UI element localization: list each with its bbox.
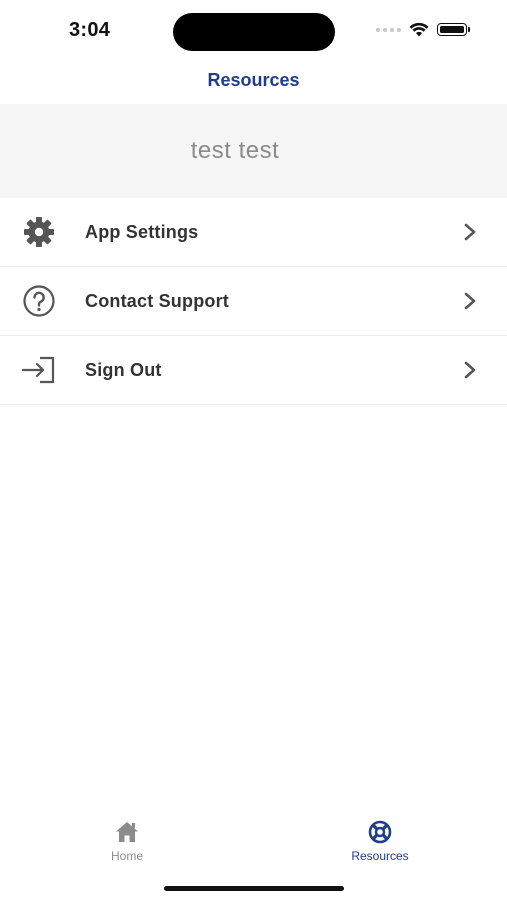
lifebuoy-icon	[368, 820, 392, 844]
gear-icon	[21, 214, 57, 250]
menu-item-label: Sign Out	[85, 359, 162, 380]
tab-bar: Home Resources	[0, 808, 507, 878]
tab-label: Home	[110, 849, 143, 863]
sign-out-icon	[21, 352, 57, 388]
home-indicator[interactable]	[164, 886, 344, 891]
menu-item-app-settings[interactable]: App Settings	[0, 198, 507, 267]
menu-item-label: Contact Support	[85, 290, 229, 311]
chevron-right-icon	[464, 223, 476, 241]
menu-item-contact-support[interactable]: Contact Support	[0, 267, 507, 336]
profile-name: test test	[190, 137, 280, 164]
status-time: 3:04	[69, 19, 111, 41]
dynamic-island	[173, 13, 335, 51]
menu-item-sign-out[interactable]: Sign Out	[0, 336, 507, 405]
chevron-right-icon	[464, 361, 476, 379]
wifi-icon	[409, 22, 429, 37]
battery-icon	[437, 23, 470, 36]
question-circle-icon	[21, 283, 57, 319]
resources-menu: App Settings Contact Support Sign Out	[0, 198, 507, 405]
status-icons	[376, 22, 470, 37]
cellular-signal-icon	[376, 27, 401, 32]
home-icon	[116, 822, 138, 842]
status-bar: 3:04	[0, 0, 507, 62]
tab-resources[interactable]: Resources	[320, 820, 440, 863]
tab-home[interactable]: Home	[67, 820, 187, 863]
tab-label: Resources	[351, 849, 409, 863]
menu-item-label: App Settings	[85, 221, 199, 242]
chevron-right-icon	[464, 292, 476, 310]
page-title: Resources	[207, 70, 300, 90]
